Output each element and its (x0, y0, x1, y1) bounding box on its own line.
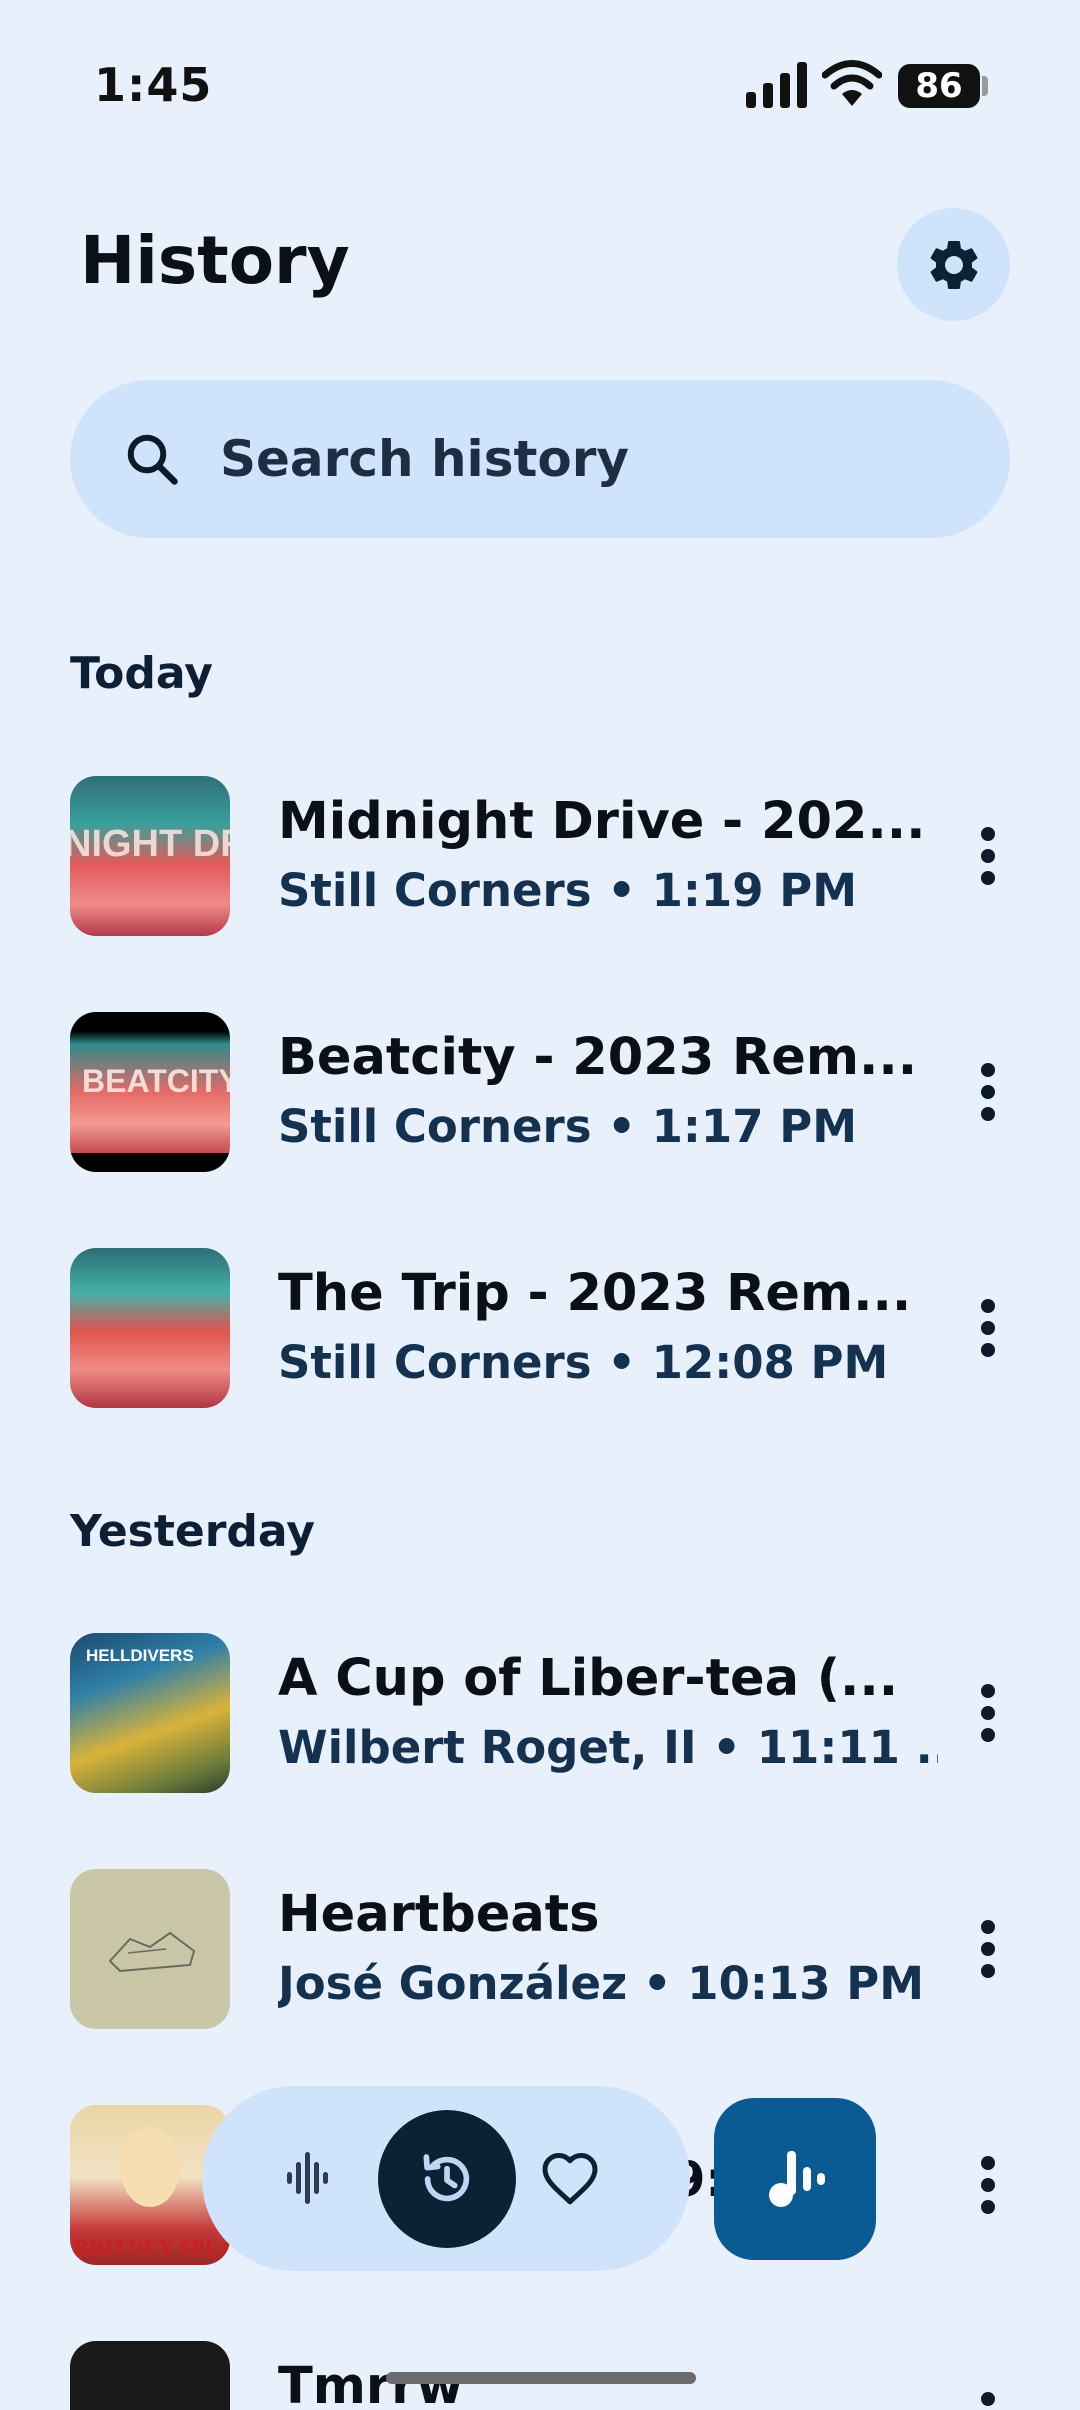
more-vert-icon (981, 827, 995, 885)
search-placeholder: Search history (220, 430, 629, 488)
more-vert-icon (981, 1684, 995, 1742)
more-options-button[interactable] (938, 1663, 1038, 1763)
history-icon (423, 2154, 470, 2202)
list-item[interactable]: The Trip - 2023 Rem... Still Corners • 1… (70, 1248, 1050, 1408)
list-item[interactable]: NIGHT DR Midnight Drive - 202... Still C… (70, 776, 1050, 936)
section-heading-yesterday: Yesterday (70, 1506, 315, 1557)
search-input[interactable]: Search history (70, 380, 1010, 538)
page-title: History (80, 222, 350, 299)
album-art-text: BEATCITY (82, 1063, 230, 1099)
nav-history[interactable] (378, 2110, 516, 2248)
track-title: Beatcity - 2023 Rem... (278, 1028, 918, 1087)
waveform-icon (287, 2152, 328, 2204)
track-title: A Cup of Liber-tea (... (278, 1649, 899, 1708)
track-subtitle: Still Corners • 12:08 PM (278, 1336, 889, 1389)
more-vert-icon (981, 1299, 995, 1357)
list-item[interactable]: Heartbeats José González • 10:13 PM (70, 1869, 1050, 2029)
more-options-button[interactable] (938, 1042, 1038, 1142)
search-icon (127, 434, 178, 485)
track-subtitle: Still Corners • 1:17 PM (278, 1100, 857, 1153)
list-item[interactable]: BEATCITY Beatcity - 2023 Rem... Still Co… (70, 1012, 1050, 1172)
more-options-button[interactable] (938, 2135, 1038, 2235)
bottom-navigation (202, 2086, 690, 2271)
list-item[interactable]: HELLDIVERS A Cup of Liber-tea (... Wilbe… (70, 1633, 1050, 1793)
heart-icon (542, 2153, 598, 2205)
album-art (70, 1869, 230, 2029)
album-art: BEATCITY (70, 1012, 230, 1172)
more-vert-icon (981, 1063, 995, 1121)
gear-icon (930, 240, 977, 289)
album-art-text: HELLDIVERS (86, 1646, 194, 1665)
battery-indicator: 86 (898, 64, 988, 108)
nav-now-playing[interactable] (262, 2130, 358, 2226)
album-art-text: NIGHT DR (70, 823, 230, 865)
album-art: NIGHT DR (70, 776, 230, 936)
more-vert-icon (981, 1920, 995, 1978)
status-bar: 1:45 86 (0, 0, 1080, 170)
track-subtitle: Still Corners • 1:19 PM (278, 864, 857, 917)
section-heading-today: Today (70, 648, 213, 699)
status-time: 1:45 (94, 58, 213, 112)
more-vert-icon (981, 2392, 995, 2406)
track-title: Heartbeats (278, 1885, 600, 1944)
track-title: The Trip - 2023 Rem... (278, 1264, 912, 1323)
recognize-song-button[interactable] (714, 2098, 876, 2260)
track-subtitle: Wilbert Roget, II • 11:11 ... (278, 1721, 938, 1774)
nav-favorites[interactable] (522, 2130, 618, 2226)
music-note-icon (769, 2151, 825, 2207)
album-art-text: BRITNEY SPEARS (74, 2235, 230, 2260)
track-title: Midnight Drive - 202... (278, 792, 926, 851)
album-art: HELLDIVERS (70, 1633, 230, 1793)
album-art (70, 1248, 230, 1408)
more-options-button[interactable] (938, 2371, 1038, 2410)
more-vert-icon (981, 2156, 995, 2214)
home-indicator (386, 2372, 696, 2384)
battery-level: 86 (898, 64, 980, 108)
wifi-icon (822, 60, 882, 106)
settings-button[interactable] (897, 208, 1010, 321)
signal-icon (746, 62, 807, 108)
more-options-button[interactable] (938, 1278, 1038, 1378)
more-options-button[interactable] (938, 1899, 1038, 1999)
track-subtitle: José González • 10:13 PM (278, 1957, 924, 2010)
more-options-button[interactable] (938, 806, 1038, 906)
battery-tip (982, 76, 988, 96)
album-art (70, 2341, 230, 2410)
